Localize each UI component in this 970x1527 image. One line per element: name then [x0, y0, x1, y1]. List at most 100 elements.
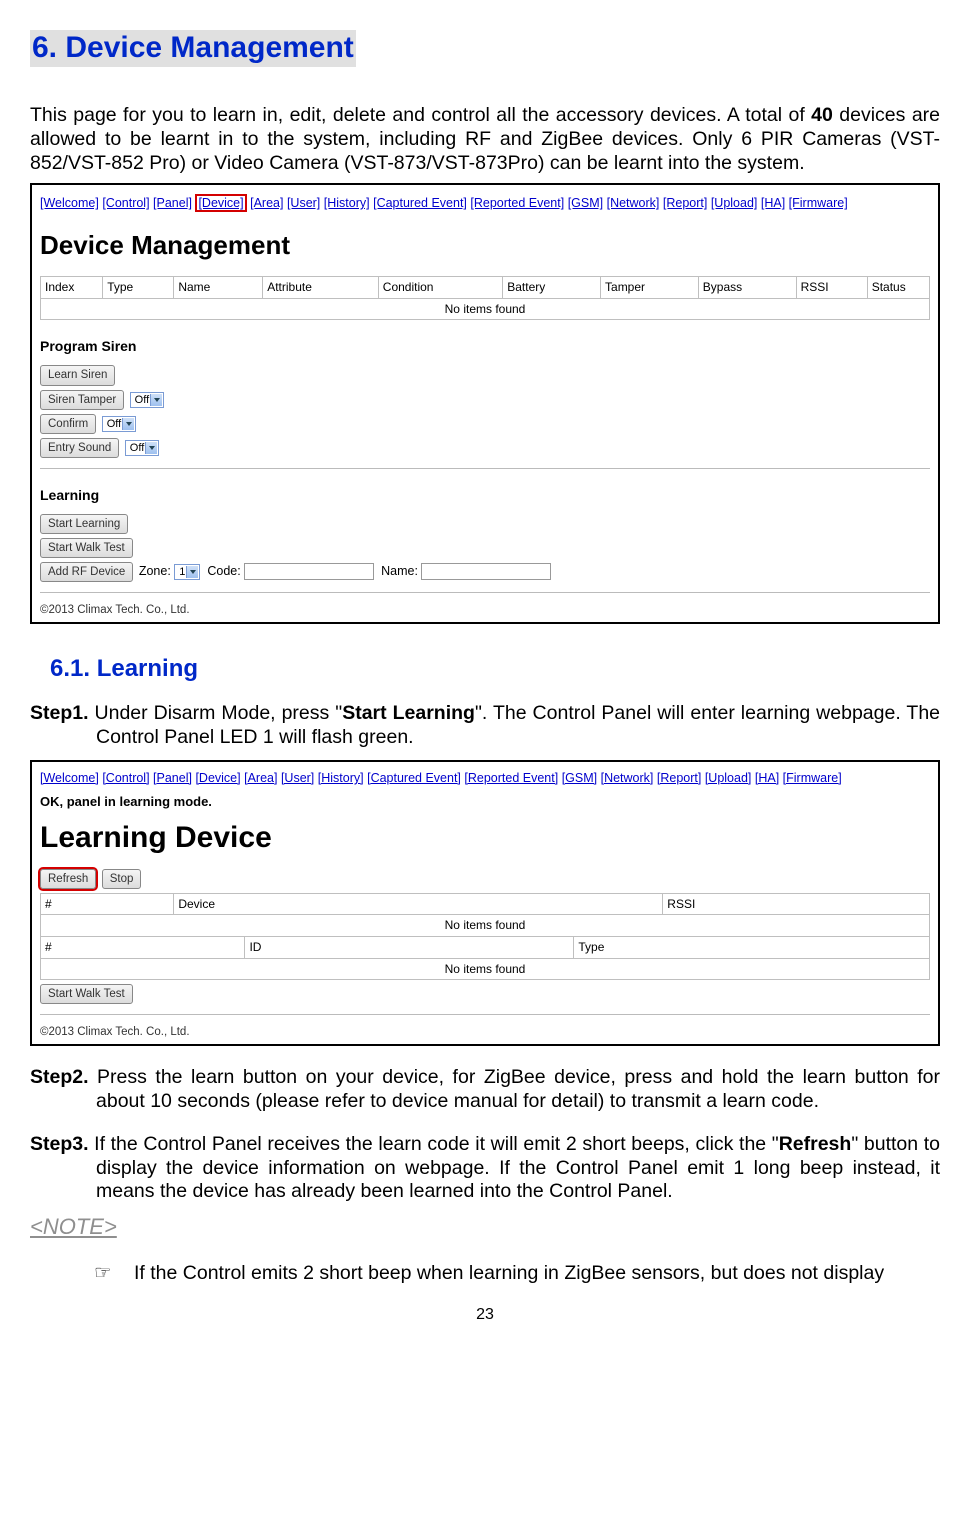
device-table: Index Type Name Attribute Condition Batt…: [40, 276, 930, 320]
note-text: If the Control emits 2 short beep when l…: [134, 1262, 884, 1284]
th-status: Status: [867, 277, 929, 299]
divider: [40, 1014, 930, 1015]
t2-empty: No items found: [41, 958, 930, 980]
nav-firmware[interactable]: [Firmware]: [789, 196, 848, 210]
nav-panel[interactable]: [Panel]: [153, 196, 192, 210]
nav-user[interactable]: [User]: [287, 196, 320, 210]
nav-firmware[interactable]: [Firmware]: [783, 771, 842, 785]
add-rf-device-button[interactable]: Add RF Device: [40, 562, 133, 582]
start-walk-test-button-2[interactable]: Start Walk Test: [40, 984, 133, 1004]
intro-paragraph: This page for you to learn in, edit, del…: [30, 104, 940, 175]
nav-network[interactable]: [Network]: [601, 771, 654, 785]
learning-heading: Learning: [40, 487, 930, 504]
nav-upload[interactable]: [Upload]: [705, 771, 752, 785]
nav-history[interactable]: [History]: [324, 196, 370, 210]
nav-gsm[interactable]: [GSM]: [568, 196, 603, 210]
confirm-select[interactable]: Off: [102, 416, 136, 432]
step3-number: Step3.: [30, 1133, 89, 1155]
stop-button[interactable]: Stop: [102, 869, 142, 889]
nav-gsm[interactable]: [GSM]: [562, 771, 597, 785]
note-heading: <NOTE>: [30, 1214, 940, 1241]
learn-siren-button[interactable]: Learn Siren: [40, 365, 115, 385]
status-text: OK, panel in learning mode.: [40, 794, 930, 810]
nav-reported-event[interactable]: [Reported Event]: [470, 196, 564, 210]
nav-welcome[interactable]: [Welcome]: [40, 196, 99, 210]
subsection-heading: 6.1. Learning: [50, 654, 940, 683]
start-walk-test-button[interactable]: Start Walk Test: [40, 538, 133, 558]
step3-bold: Refresh: [779, 1133, 852, 1155]
nav-captured-event[interactable]: [Captured Event]: [367, 771, 461, 785]
th-bypass: Bypass: [698, 277, 796, 299]
nav-network[interactable]: [Network]: [607, 196, 660, 210]
nav-reported-event[interactable]: [Reported Event]: [464, 771, 558, 785]
step3: Step3. If the Control Panel receives the…: [30, 1133, 940, 1204]
copyright: ©2013 Climax Tech. Co., Ltd.: [40, 603, 930, 617]
page-number: 23: [30, 1305, 940, 1325]
panel-title-2: Learning Device: [40, 820, 930, 857]
th-type2: Type: [574, 936, 930, 958]
nav-upload[interactable]: [Upload]: [711, 196, 758, 210]
nav-bar: [Welcome] [Control] [Panel] [Device] [Ar…: [40, 190, 930, 216]
th-condition: Condition: [378, 277, 502, 299]
entry-sound-select[interactable]: Off: [125, 440, 159, 456]
divider: [40, 468, 930, 469]
pointer-icon: ☞: [94, 1261, 134, 1285]
th-device: Device: [174, 893, 663, 915]
note-bullet: ☞If the Control emits 2 short beep when …: [30, 1261, 940, 1286]
nav-report[interactable]: [Report]: [663, 196, 707, 210]
zone-label: Zone:: [139, 564, 171, 578]
nav-history[interactable]: [History]: [318, 771, 364, 785]
t1-empty: No items found: [41, 915, 930, 937]
nav-ha[interactable]: [HA]: [755, 771, 779, 785]
nav-control[interactable]: [Control]: [102, 771, 149, 785]
code-input[interactable]: [244, 563, 374, 580]
confirm-button[interactable]: Confirm: [40, 414, 96, 434]
siren-tamper-select[interactable]: Off: [130, 392, 164, 408]
step1-bold: Start Learning: [342, 702, 475, 724]
step2-number: Step2.: [30, 1066, 89, 1088]
th-index: Index: [41, 277, 103, 299]
nav-report[interactable]: [Report]: [657, 771, 701, 785]
th-type: Type: [103, 277, 174, 299]
panel-title: Device Management: [40, 230, 930, 262]
step2: Step2. Press the learn button on your de…: [30, 1066, 940, 1114]
learning-table-1: # Device RSSI No items found: [40, 893, 930, 937]
intro-part1: This page for you to learn in, edit, del…: [30, 104, 811, 126]
th-id: ID: [245, 936, 574, 958]
nav-device[interactable]: [Device]: [198, 196, 243, 210]
th-rssi: RSSI: [796, 277, 867, 299]
nav-area[interactable]: [Area]: [244, 771, 277, 785]
th-hash: #: [41, 893, 174, 915]
screenshot-device-management: [Welcome] [Control] [Panel] [Device] [Ar…: [30, 183, 940, 623]
nav-user[interactable]: [User]: [281, 771, 314, 785]
step1-a: Under Disarm Mode, press ": [89, 702, 343, 724]
nav-welcome[interactable]: [Welcome]: [40, 771, 99, 785]
section-heading: 6. Device Management: [30, 30, 356, 67]
refresh-button[interactable]: Refresh: [40, 869, 96, 889]
nav-device-highlight: [Device]: [195, 194, 246, 212]
zone-select[interactable]: 1: [174, 564, 200, 580]
nav-ha[interactable]: [HA]: [761, 196, 785, 210]
copyright-2: ©2013 Climax Tech. Co., Ltd.: [40, 1025, 930, 1039]
step1: Step1. Under Disarm Mode, press "Start L…: [30, 702, 940, 750]
nav-bar-2: [Welcome] [Control] [Panel] [Device] [Ar…: [40, 767, 930, 790]
screenshot-learning-device: [Welcome] [Control] [Panel] [Device] [Ar…: [30, 760, 940, 1046]
nav-area[interactable]: [Area]: [250, 196, 283, 210]
nav-device[interactable]: [Device]: [195, 771, 240, 785]
th-attribute: Attribute: [263, 277, 379, 299]
step2-text: Press the learn button on your device, f…: [89, 1066, 940, 1112]
name-input[interactable]: [421, 563, 551, 580]
th-tamper: Tamper: [601, 277, 699, 299]
nav-control[interactable]: [Control]: [102, 196, 149, 210]
siren-tamper-button[interactable]: Siren Tamper: [40, 390, 124, 410]
nav-captured-event[interactable]: [Captured Event]: [373, 196, 467, 210]
th-rssi: RSSI: [663, 893, 930, 915]
th-hash2: #: [41, 936, 245, 958]
entry-sound-button[interactable]: Entry Sound: [40, 438, 119, 458]
th-name: Name: [174, 277, 263, 299]
th-battery: Battery: [503, 277, 601, 299]
nav-panel[interactable]: [Panel]: [153, 771, 192, 785]
start-learning-button[interactable]: Start Learning: [40, 514, 128, 534]
step1-number: Step1.: [30, 702, 89, 724]
code-label: Code:: [207, 564, 240, 578]
